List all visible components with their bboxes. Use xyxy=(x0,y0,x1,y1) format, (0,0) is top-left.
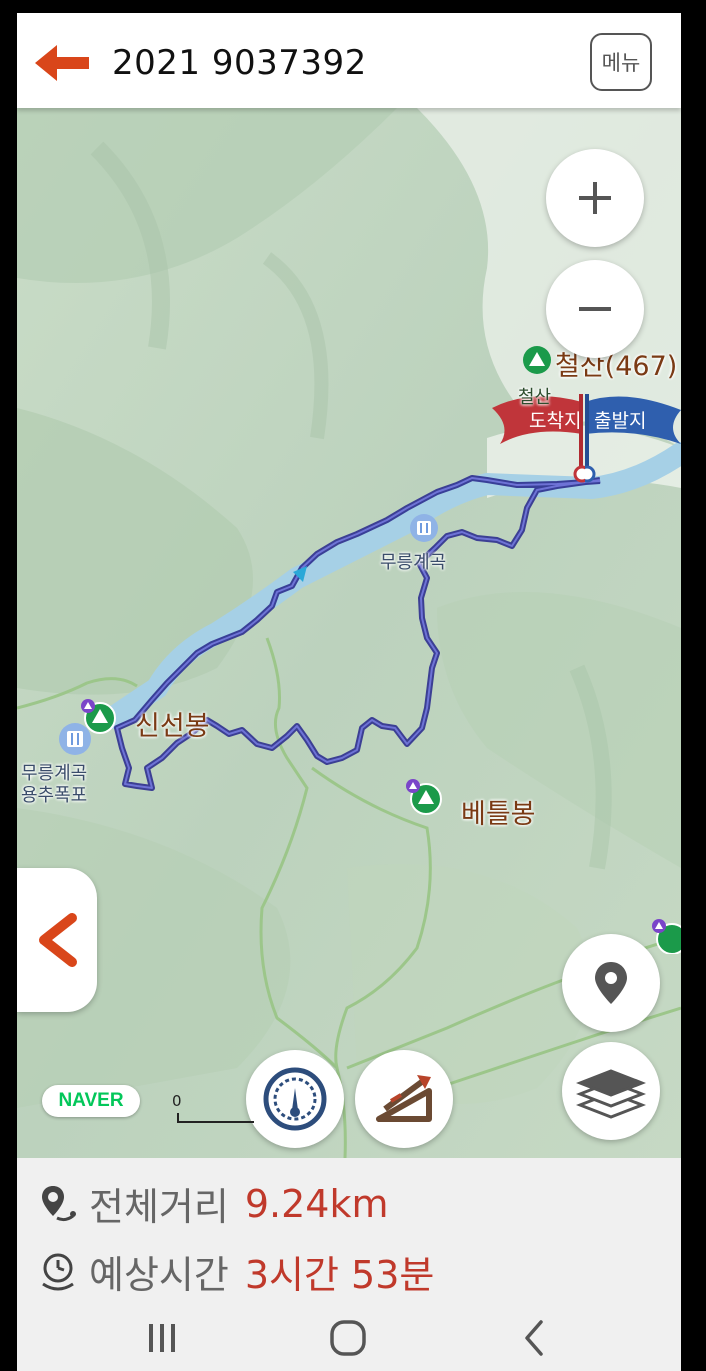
place-label-mureung-falls: 무릉계곡 용추폭포 xyxy=(21,763,87,807)
speedometer-button[interactable] xyxy=(246,1050,344,1148)
place-label-mureung-valley: 무릉계곡 xyxy=(380,552,447,573)
menu-button[interactable]: 메뉴 xyxy=(590,33,652,91)
layers-icon xyxy=(576,1069,646,1119)
route-distance-icon xyxy=(42,1185,76,1221)
page-title: 2021 9037392 xyxy=(112,43,367,83)
distance-label: 전체거리 xyxy=(89,1185,229,1229)
back-arrow-icon xyxy=(35,45,89,81)
peak-label-beteulbong: 베틀봉 xyxy=(461,799,536,830)
peak-label-sinseonbong: 신선봉 xyxy=(135,711,210,742)
falls-marker-icon xyxy=(59,723,91,755)
place-label-mureung-falls-line2: 용추폭포 xyxy=(21,785,88,806)
chevron-left-icon xyxy=(39,913,77,967)
valley-marker-icon xyxy=(410,514,438,542)
recent-apps-icon[interactable] xyxy=(145,1320,179,1356)
estimated-time-icon xyxy=(42,1253,74,1290)
back-button[interactable] xyxy=(33,41,93,85)
time-label: 예상시간 xyxy=(89,1253,229,1297)
location-pin-icon xyxy=(595,962,627,1004)
app-header: 2021 9037392 메뉴 xyxy=(17,13,681,108)
zoom-in-button[interactable] xyxy=(546,149,644,247)
mountain-peak-icon xyxy=(406,779,442,815)
home-icon[interactable] xyxy=(328,1318,368,1358)
place-label-mureung-falls-line1: 무릉계곡 xyxy=(21,763,88,784)
system-navigation-bar xyxy=(17,1300,681,1371)
app-screen: 2021 9037392 메뉴 도착지 출발지 철산(467) 철산 무릉계곡 … xyxy=(17,13,681,1371)
time-row: 예상시간 3시간 53분 xyxy=(39,1244,434,1299)
elevation-slope-icon xyxy=(376,1075,432,1122)
my-location-button[interactable] xyxy=(562,934,660,1032)
mountain-peak-icon xyxy=(652,919,681,954)
map-layers-button[interactable] xyxy=(562,1042,660,1140)
system-back-icon[interactable] xyxy=(519,1318,549,1358)
map-view[interactable]: 도착지 출발지 철산(467) 철산 무릉계곡 신선봉 무릉계곡 용추폭포 베틀… xyxy=(17,108,681,1158)
zoom-out-button[interactable] xyxy=(546,260,644,358)
panel-toggle-tab[interactable] xyxy=(17,868,97,1012)
time-value: 3시간 53분 xyxy=(244,1253,435,1297)
route-summary-panel: 전체거리 9.24km 예상시간 3시간 53분 xyxy=(17,1158,681,1300)
departure-flag-marker[interactable] xyxy=(585,388,681,483)
distance-value: 9.24km xyxy=(244,1181,389,1226)
distance-row: 전체거리 9.24km xyxy=(39,1176,388,1231)
plus-icon xyxy=(579,182,611,214)
arrival-flag-label: 도착지 xyxy=(529,410,582,432)
speedometer-icon xyxy=(263,1067,327,1131)
mountain-peak-icon xyxy=(523,346,551,374)
map-scale-label: 0 xyxy=(172,1092,182,1110)
elevation-profile-button[interactable] xyxy=(355,1050,453,1148)
minus-icon xyxy=(579,307,611,311)
naver-logo: NAVER xyxy=(42,1085,140,1117)
place-label-cheolsan: 철산 xyxy=(518,387,552,408)
map-scale-bar xyxy=(177,1113,254,1123)
departure-flag-label: 출발지 xyxy=(594,410,647,432)
